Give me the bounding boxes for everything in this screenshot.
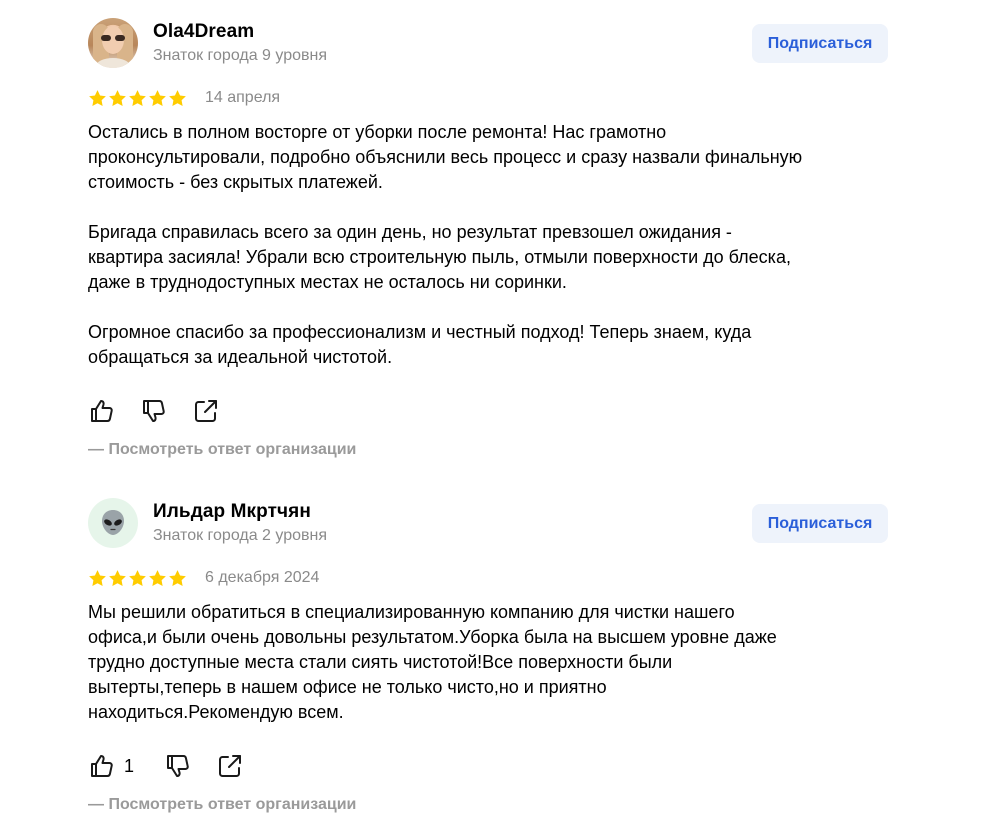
review-card: Ильдар Мкртчян Знаток города 2 уровня По…	[88, 498, 888, 814]
author-badge: Знаток города 9 уровня	[153, 47, 328, 64]
view-org-answer-link[interactable]: — Посмотреть ответ организации	[88, 796, 888, 814]
subscribe-button[interactable]: Подписаться	[752, 504, 888, 543]
review-meta: 14 апреля	[88, 87, 888, 109]
avatar[interactable]	[88, 18, 138, 68]
review-header: Ильдар Мкртчян Знаток города 2 уровня По…	[88, 498, 888, 550]
review-date: 6 декабря 2024	[205, 569, 320, 586]
author-badge: Знаток города 2 уровня	[153, 527, 328, 544]
share-button[interactable]	[216, 752, 244, 780]
review-text: Остались в полном восторге от уборки пос…	[88, 122, 803, 367]
star-icon	[169, 89, 186, 106]
view-org-answer-link[interactable]: — Посмотреть ответ организации	[88, 441, 888, 459]
rating-stars	[88, 89, 187, 108]
review-card: Ola4Dream Знаток города 9 уровня Подписа…	[88, 18, 888, 459]
thumbs-down-icon	[167, 755, 189, 777]
star-icon	[169, 569, 186, 586]
like-button[interactable]: 1	[88, 752, 140, 780]
star-icon	[89, 89, 106, 106]
rating-stars	[88, 569, 187, 588]
like-count: 1	[124, 755, 135, 776]
thumbs-up-icon	[91, 400, 113, 422]
star-icon	[129, 89, 146, 106]
alien-emoji-icon	[102, 510, 124, 535]
star-icon	[89, 569, 106, 586]
review-actions	[88, 397, 888, 425]
avatar[interactable]	[88, 498, 138, 548]
thumbs-down-icon	[143, 400, 165, 422]
dislike-button[interactable]	[164, 752, 192, 780]
star-icon	[149, 569, 166, 586]
review-header: Ola4Dream Знаток города 9 уровня Подписа…	[88, 18, 888, 70]
review-text: Мы решили обратиться в специализированну…	[88, 602, 777, 722]
author-name[interactable]: Ильдар Мкртчян	[153, 501, 311, 523]
dislike-button[interactable]	[140, 397, 168, 425]
author-name[interactable]: Ola4Dream	[153, 21, 254, 43]
share-button[interactable]	[192, 397, 220, 425]
share-icon	[219, 755, 242, 777]
star-icon	[109, 569, 126, 586]
star-icon	[149, 89, 166, 106]
like-button[interactable]	[88, 397, 116, 425]
star-icon	[109, 89, 126, 106]
subscribe-button[interactable]: Подписаться	[752, 24, 888, 63]
thumbs-up-icon	[91, 755, 113, 777]
review-meta: 6 декабря 2024	[88, 567, 888, 589]
review-actions: 1	[88, 752, 888, 780]
star-icon	[129, 569, 146, 586]
share-icon	[195, 400, 217, 422]
review-date: 14 апреля	[205, 89, 281, 106]
